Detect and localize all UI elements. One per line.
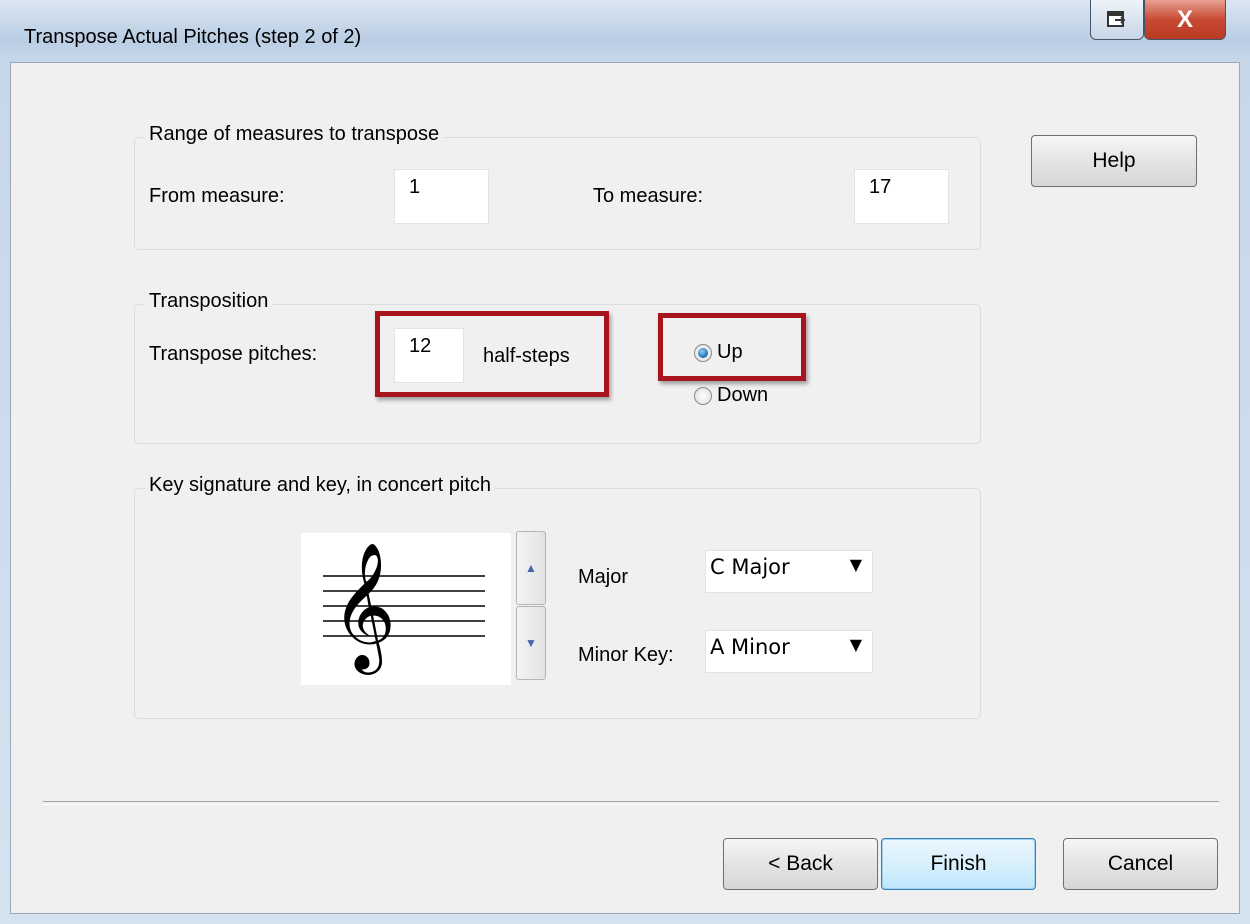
transpose-pitches-label: Transpose pitches: — [149, 343, 318, 365]
down-radio-label[interactable]: Down — [717, 384, 768, 407]
range-group-label: Range of measures to transpose — [145, 123, 444, 146]
close-button[interactable]: X — [1144, 0, 1226, 40]
transposition-group-label: Transposition — [145, 290, 273, 313]
major-key-value: C Major — [710, 555, 790, 579]
up-highlight — [658, 313, 806, 381]
triangle-up-icon: ▲ — [525, 561, 537, 575]
cancel-button[interactable]: Cancel — [1063, 838, 1218, 890]
close-icon: X — [1176, 5, 1193, 33]
dialog-window: Transpose Actual Pitches (step 2 of 2) X… — [0, 0, 1250, 924]
dialog-body: Range of measures to transpose From meas… — [10, 62, 1240, 914]
chevron-down-icon: ▼ — [849, 635, 862, 654]
down-radio[interactable] — [694, 387, 712, 405]
from-measure-input[interactable]: 1 — [394, 169, 489, 224]
chevron-down-icon: ▼ — [849, 555, 862, 574]
key-group-label: Key signature and key, in concert pitch — [145, 474, 496, 497]
finish-button[interactable]: Finish — [881, 838, 1036, 890]
back-button[interactable]: < Back — [723, 838, 878, 890]
svg-text:𝄞: 𝄞 — [331, 541, 396, 675]
major-key-label: Major — [578, 566, 629, 588]
footer-divider — [43, 801, 1219, 805]
restore-button[interactable] — [1090, 0, 1144, 40]
to-measure-label: To measure: — [593, 185, 704, 207]
minor-key-select[interactable]: A Minor ▼ — [705, 630, 873, 673]
to-measure-input[interactable]: 17 — [854, 169, 949, 224]
major-key-select[interactable]: C Major ▼ — [705, 550, 873, 593]
treble-clef-icon: 𝄞 — [323, 541, 485, 675]
restore-icon — [1107, 10, 1126, 27]
window-title: Transpose Actual Pitches (step 2 of 2) — [24, 26, 362, 48]
title-bar[interactable]: Transpose Actual Pitches (step 2 of 2) X — [0, 0, 1250, 62]
key-signature-staff: 𝄞 — [301, 533, 511, 685]
minor-key-label: Minor Key: — [578, 644, 674, 666]
from-measure-label: From measure: — [149, 185, 285, 207]
help-button[interactable]: Help — [1031, 135, 1197, 187]
key-group: Key signature and key, in concert pitch — [134, 474, 981, 719]
triangle-down-icon: ▼ — [525, 636, 537, 650]
key-down-spinner[interactable]: ▼ — [516, 606, 546, 680]
key-up-spinner[interactable]: ▲ — [516, 531, 546, 605]
half-steps-highlight — [375, 311, 609, 397]
minor-key-value: A Minor — [710, 635, 790, 659]
